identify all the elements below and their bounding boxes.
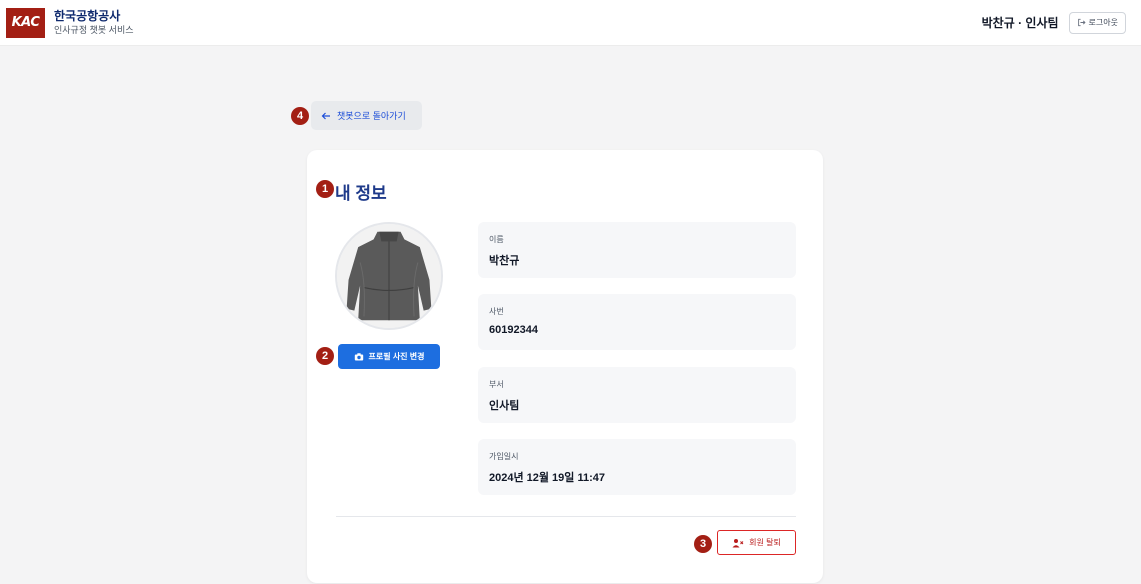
camera-icon	[354, 352, 363, 360]
back-to-chatbot-button[interactable]: 챗봇으로 돌아가기	[311, 101, 422, 130]
logout-button[interactable]: 로그아웃	[1068, 11, 1126, 34]
change-profile-photo-button[interactable]: 프로필 사진 변경	[338, 344, 440, 369]
logout-label: 로그아웃	[1088, 18, 1118, 27]
field-value: 박찬규	[489, 255, 520, 267]
withdraw-label: 회원 탈퇴	[749, 538, 781, 547]
field-department: 부서 인사팀	[478, 367, 796, 423]
field-joined-date: 가입일시 2024년 12월 19일 11:47	[478, 439, 796, 495]
avatar	[335, 222, 443, 330]
field-label: 이름	[489, 235, 504, 244]
brand-text: 한국공항공사 인사규정 챗봇 서비스	[54, 9, 134, 36]
field-name: 이름 박찬규	[478, 222, 796, 278]
brand-subtitle: 인사규정 챗봇 서비스	[54, 25, 134, 36]
back-label: 챗봇으로 돌아가기	[337, 111, 406, 121]
field-value: 인사팀	[489, 400, 520, 412]
arrow-left-icon	[321, 112, 330, 119]
top-header: KAC 한국공항공사 인사규정 챗봇 서비스 박찬규 · 인사팀 로그아웃	[0, 0, 1141, 46]
change-photo-label: 프로필 사진 변경	[368, 352, 425, 361]
user-remove-icon	[732, 538, 744, 547]
kac-logo: KAC	[6, 7, 45, 38]
field-value: 2024년 12월 19일 11:47	[489, 472, 605, 484]
annotation-badge-4: 4	[291, 107, 309, 125]
field-label: 부서	[489, 380, 504, 389]
jacket-photo	[337, 224, 441, 328]
brand-title: 한국공항공사	[54, 8, 121, 23]
field-value: 60192344	[489, 324, 538, 336]
field-employee-id: 사번 60192344	[478, 294, 796, 350]
field-label: 가입일시	[489, 452, 519, 461]
header-right: 박찬규 · 인사팀 로그아웃	[981, 11, 1126, 34]
user-info: 박찬규 · 인사팀	[981, 16, 1059, 30]
annotation-badge-1: 1	[316, 180, 334, 198]
logout-icon	[1077, 18, 1086, 27]
brand[interactable]: KAC 한국공항공사 인사규정 챗봇 서비스	[6, 7, 134, 38]
divider	[336, 516, 796, 517]
withdraw-membership-button[interactable]: 회원 탈퇴	[717, 530, 796, 555]
field-label: 사번	[489, 307, 504, 316]
page-title: 내 정보	[335, 184, 387, 203]
annotation-badge-3: 3	[694, 535, 712, 553]
annotation-badge-2: 2	[316, 347, 334, 365]
